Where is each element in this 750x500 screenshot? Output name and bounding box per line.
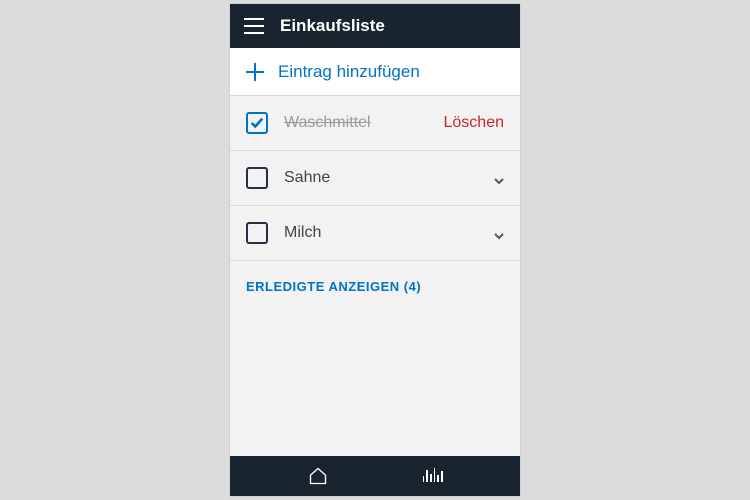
home-icon[interactable]	[308, 466, 328, 486]
equalizer-icon[interactable]	[423, 466, 443, 486]
checkbox[interactable]	[246, 112, 268, 134]
hamburger-icon[interactable]	[244, 18, 264, 34]
list-item: Waschmittel Löschen	[230, 96, 520, 151]
page-title: Einkaufsliste	[280, 16, 385, 36]
shopping-list: Waschmittel Löschen Sahne Milch ERLEDIGT…	[230, 96, 520, 456]
checkbox[interactable]	[246, 167, 268, 189]
item-label: Milch	[284, 224, 478, 242]
add-item-label: Eintrag hinzufügen	[278, 62, 420, 82]
app-header: Einkaufsliste	[230, 4, 520, 48]
show-completed-button[interactable]: ERLEDIGTE ANZEIGEN (4)	[230, 261, 520, 312]
checkbox[interactable]	[246, 222, 268, 244]
list-item: Sahne	[230, 151, 520, 206]
item-label: Waschmittel	[284, 114, 428, 132]
delete-button[interactable]: Löschen	[444, 114, 505, 132]
chevron-down-icon[interactable]	[494, 173, 504, 183]
chevron-down-icon[interactable]	[494, 228, 504, 238]
add-item-button[interactable]: Eintrag hinzufügen	[230, 48, 520, 96]
app-frame: Einkaufsliste Eintrag hinzufügen Waschmi…	[230, 4, 520, 496]
check-icon	[250, 116, 264, 130]
bottom-nav	[230, 456, 520, 496]
item-label: Sahne	[284, 169, 478, 187]
list-item: Milch	[230, 206, 520, 261]
plus-icon	[246, 63, 264, 81]
